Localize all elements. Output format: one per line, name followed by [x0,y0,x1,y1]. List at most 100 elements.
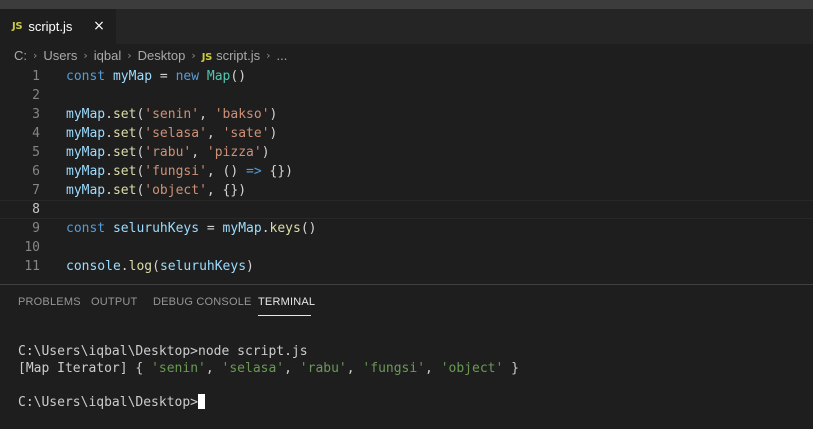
breadcrumb: C: › Users › iqbal › Desktop › JS script.… [0,44,813,66]
tab-debug-console[interactable]: DEBUG CONSOLE [153,296,252,308]
breadcrumb-item-users[interactable]: Users [43,48,77,63]
output-prefix: [Map Iterator] { [18,361,152,376]
terminal[interactable]: C:\Users\iqbal\Desktop> node script.js [M… [18,343,808,411]
line-number: 6 [32,164,40,179]
title-bar [0,0,813,9]
line-number: 8 [32,202,40,217]
chevron-right-icon: › [33,48,38,62]
code-token: 'fungsi' [144,164,207,179]
code-token: 'rabu' [144,145,192,160]
line-number: 4 [32,126,40,141]
output-item: 'rabu' [299,361,347,376]
line-number: 2 [32,88,40,103]
code-token: , () [206,164,247,179]
line-number: 5 [32,145,40,160]
code-line[interactable]: 5 myMap.set('rabu', 'pizza') [0,143,813,162]
code-token: myMap [66,164,106,179]
tab-output[interactable]: OUTPUT [91,296,137,308]
output-item: 'selasa' [221,361,285,376]
code-token: myMap [112,69,153,84]
code-token: const [66,69,106,84]
code-token: 'sate' [222,126,270,141]
code-token: ) [246,259,254,274]
code-token: myMap [66,183,106,198]
code-token: seluruhKeys [159,259,247,274]
code-token: . [261,221,270,236]
javascript-file-icon: JS [201,51,213,63]
code-text: myMap.set('selasa', 'sate') [66,124,277,143]
close-icon[interactable]: × [90,17,108,35]
output-item: 'fungsi' [362,361,426,376]
code-text: myMap.set('fungsi', () => {}) [66,162,293,181]
code-token: set [112,145,137,160]
line-number: 11 [24,259,40,274]
panel-tab-bar: PROBLEMS OUTPUT DEBUG CONSOLE TERMINAL [0,285,813,321]
chevron-right-icon: › [127,48,132,62]
code-token: . [105,164,113,179]
code-token: => [246,164,262,179]
bottom-panel: PROBLEMS OUTPUT DEBUG CONSOLE TERMINAL C… [0,284,813,429]
code-token: Map [206,69,231,84]
code-token: log [128,259,153,274]
code-token: set [112,164,137,179]
breadcrumb-item-file[interactable]: JS script.js [202,48,260,63]
javascript-file-icon: JS [12,21,23,32]
code-line[interactable]: 1 const myMap = new Map() [0,67,813,86]
code-token: ( [152,259,160,274]
breadcrumb-item-iqbal[interactable]: iqbal [94,48,121,63]
code-token: , [206,126,223,141]
code-token: myMap [222,221,262,236]
code-line[interactable]: 10 [0,238,813,257]
line-number: 10 [24,240,40,255]
code-editor[interactable]: 1 const myMap = new Map() 2 3 myMap.set('sen… [0,66,813,284]
code-token: console [66,259,121,274]
code-line[interactable]: 8 [0,200,813,219]
line-number: 7 [32,183,40,198]
code-text: console.log(seluruhKeys) [66,257,254,276]
code-text: myMap.set('object', {}) [66,181,246,200]
code-line[interactable]: 11 console.log(seluruhKeys) [0,257,813,276]
code-line[interactable]: 2 [0,86,813,105]
tab-problems[interactable]: PROBLEMS [18,296,81,308]
output-item: 'object' [440,361,504,376]
code-token: . [105,183,113,198]
breadcrumb-item-desktop[interactable]: Desktop [138,48,186,63]
editor-tab-bar: JS script.js × [0,9,813,44]
terminal-cursor [198,394,206,409]
terminal-prompt-line: C:\Users\iqbal\Desktop> [18,394,808,411]
code-token: = [199,221,223,236]
code-token: const [66,221,106,236]
terminal-command: node script.js [198,344,308,359]
code-token: 'object' [144,183,207,198]
breadcrumb-item-drive[interactable]: C: [14,48,27,63]
line-number: 1 [32,69,40,84]
code-text: myMap.set('rabu', 'pizza') [66,143,270,162]
code-token: set [112,107,137,122]
code-token: myMap [66,145,106,160]
line-number: 3 [32,107,40,122]
code-line[interactable]: 6 myMap.set('fungsi', () => {}) [0,162,813,181]
code-token: 'bakso' [214,107,270,122]
code-line[interactable]: 3 myMap.set('senin', 'bakso') [0,105,813,124]
output-item: 'senin' [151,361,206,376]
chevron-right-icon: › [83,48,88,62]
code-token: set [112,126,137,141]
code-token: . [105,126,113,141]
output-suffix: } [503,361,519,376]
tab-terminal[interactable]: TERMINAL [258,296,315,308]
code-token: set [112,183,137,198]
code-line[interactable]: 4 myMap.set('selasa', 'sate') [0,124,813,143]
code-line[interactable]: 7 myMap.set('object', {}) [0,181,813,200]
code-token: , [199,107,215,122]
breadcrumb-item-symbols[interactable]: ... [277,48,288,63]
code-text: myMap.set('senin', 'bakso') [66,105,277,124]
code-token: ) [269,107,278,122]
tab-script-js[interactable]: JS script.js × [0,9,116,44]
breadcrumb-file-label: script.js [216,47,261,63]
code-line[interactable]: 9 const seluruhKeys = myMap.keys() [0,219,813,238]
tab-label: script.js [28,19,73,34]
code-text: const myMap = new Map() [66,67,246,86]
